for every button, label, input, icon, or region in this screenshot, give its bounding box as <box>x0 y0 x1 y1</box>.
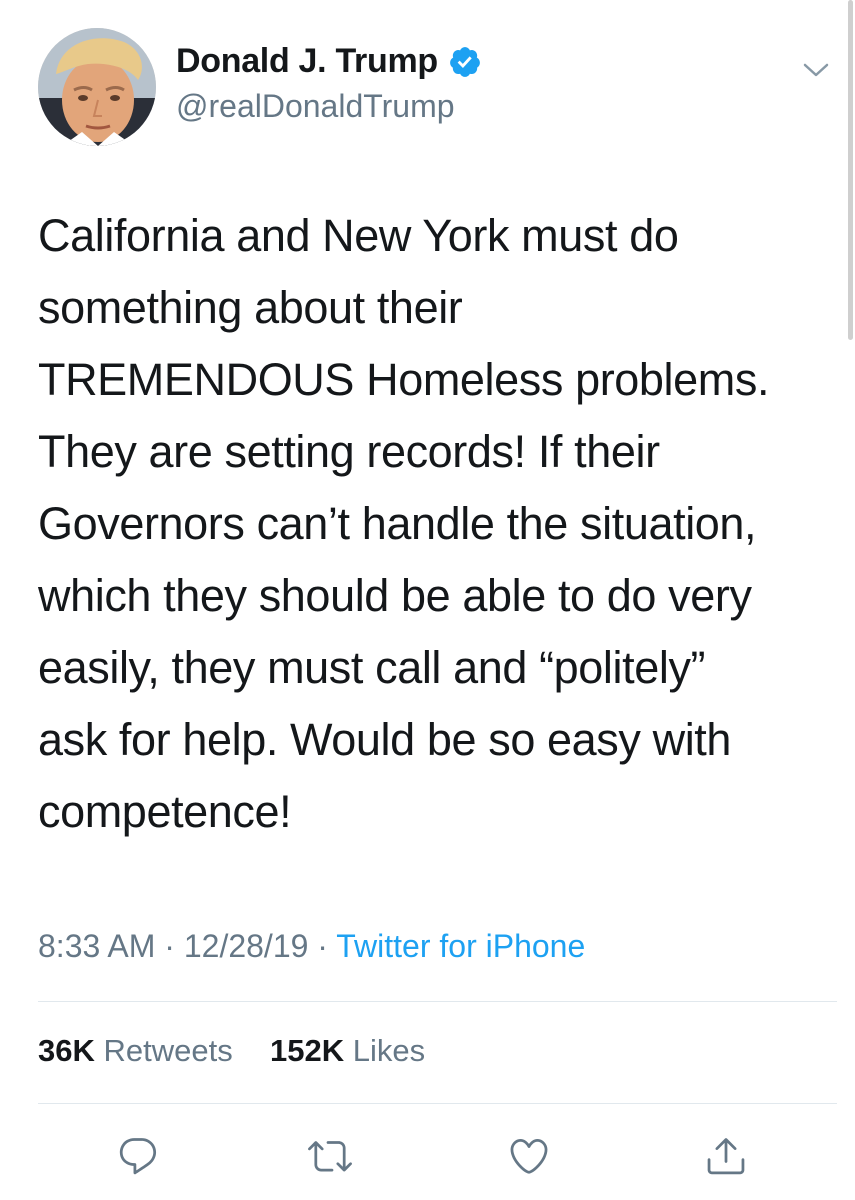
tweet-source-link[interactable]: Twitter for iPhone <box>336 928 585 964</box>
tweet-time[interactable]: 8:33 AM <box>38 928 155 964</box>
avatar-portrait <box>38 28 156 146</box>
author-name-row: Donald J. Trump <box>176 42 482 81</box>
likes-stat[interactable]: 152K Likes <box>270 1033 425 1068</box>
meta-separator: · <box>317 928 328 964</box>
author-handle[interactable]: @realDonaldTrump <box>176 88 455 125</box>
verified-badge-icon <box>449 46 480 77</box>
tweet-date[interactable]: 12/28/19 <box>184 928 309 964</box>
reply-button[interactable] <box>114 1132 162 1180</box>
divider <box>38 1103 837 1104</box>
heart-icon <box>510 1138 548 1174</box>
tweet-options-button[interactable] <box>801 58 831 82</box>
reply-icon <box>119 1138 157 1175</box>
retweets-label: Retweets <box>103 1033 233 1068</box>
retweet-icon <box>308 1141 352 1172</box>
share-button[interactable] <box>702 1132 750 1180</box>
divider <box>38 1001 837 1002</box>
chevron-down-icon <box>803 63 829 77</box>
retweets-count: 36K <box>38 1033 95 1068</box>
avatar[interactable] <box>38 28 156 146</box>
tweet-stats: 36K Retweets 152K Likes <box>38 1033 425 1069</box>
retweets-stat[interactable]: 36K Retweets <box>38 1033 241 1068</box>
likes-label: Likes <box>352 1033 426 1068</box>
scrollbar[interactable] <box>848 0 853 340</box>
retweet-button[interactable] <box>306 1132 354 1180</box>
likes-count: 152K <box>269 1033 345 1068</box>
meta-separator: · <box>164 928 175 964</box>
share-icon <box>707 1138 745 1175</box>
tweet-text: California and New York must do somethin… <box>38 210 770 837</box>
like-button[interactable] <box>505 1132 553 1180</box>
display-name[interactable]: Donald J. Trump <box>176 42 438 81</box>
tweet-meta: 8:33 AM · 12/28/19 · Twitter for iPhone <box>38 928 585 965</box>
